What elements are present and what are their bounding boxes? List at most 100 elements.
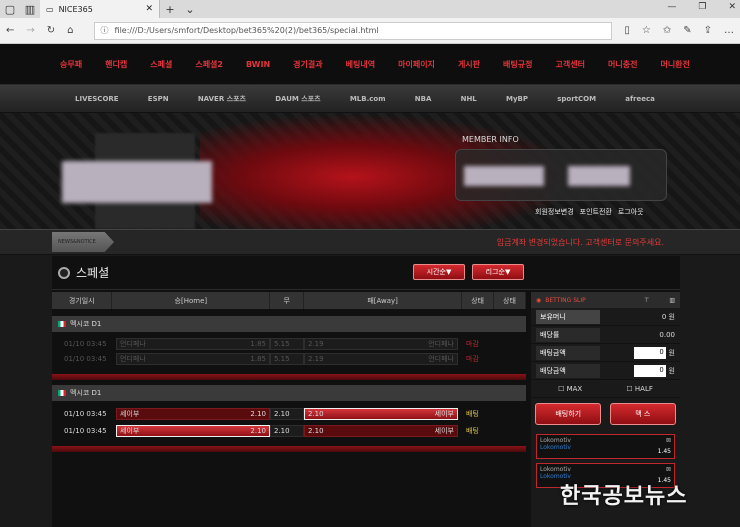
notice-text[interactable]: 입금계좌 변경되었습니다. 고객센터로 문의주세요. (497, 237, 664, 248)
nav-item[interactable]: 스페셜2 (195, 59, 223, 70)
sort-by-time-button[interactable]: 시간순▼ (413, 264, 465, 280)
refresh-icon[interactable]: ↻ (47, 25, 55, 36)
remove-pick-icon[interactable]: ⊠ (666, 437, 671, 444)
browser-tab[interactable]: ▭ NICE365 ✕ (40, 0, 160, 18)
nav-item[interactable]: 핸디캡 (105, 59, 127, 70)
nav-item[interactable]: 머니환전 (660, 59, 689, 70)
half-checkbox[interactable]: ☐ HALF (626, 385, 653, 393)
close-window-icon[interactable]: ✕ (728, 2, 736, 12)
match-status: 마감 (466, 340, 479, 348)
tab-preview-icon[interactable]: ▥ (20, 3, 40, 16)
bet-amount-input[interactable] (633, 346, 666, 359)
match-time: 01/10 03:45 (64, 355, 107, 363)
nav-item[interactable]: 머니충전 (608, 59, 637, 70)
nav-item[interactable]: 마이페이지 (398, 59, 435, 70)
home-odds: 1.85 (250, 340, 266, 348)
trash-icon[interactable]: ▥ (669, 297, 675, 304)
slip-actions: 배팅하기 맥 스 (531, 398, 680, 430)
bet-unit: 원 (668, 348, 675, 357)
away-odds-cell[interactable]: 2.10 세이부 (304, 425, 458, 437)
tab-actions-icon[interactable]: ▢ (0, 3, 20, 16)
draw-odds: 5.15 (274, 340, 290, 348)
slip-icon: ◉ (536, 296, 542, 304)
bet-pick-card: Lokomotiv Lokomotiv ⊠ 1.45 (536, 434, 675, 459)
member-info-panel (455, 149, 667, 201)
max-button[interactable]: 맥 스 (609, 403, 676, 425)
minimize-icon[interactable]: — (667, 2, 676, 12)
nav-item[interactable]: 베팅내역 (346, 59, 375, 70)
pick-odds: 1.45 (657, 448, 671, 455)
back-icon[interactable]: ← (6, 25, 14, 36)
close-tab-icon[interactable]: ✕ (145, 4, 153, 14)
forward-icon[interactable]: → (26, 25, 34, 36)
main-nav: 승무패 핸디캡 스페셜 스페셜2 BWIN 경기결과 베팅내역 마이페이지 게시… (0, 44, 740, 85)
home-odds-cell[interactable]: 세이부 2.10 (116, 425, 270, 437)
logout-link[interactable]: 로그아웃 (618, 207, 644, 217)
sponsor-link[interactable]: LIVESCORE (75, 95, 119, 103)
slip-title: BETTING SLIP (545, 296, 586, 304)
more-icon[interactable]: … (724, 25, 734, 36)
pick-team: Lokomotiv (540, 437, 571, 444)
away-odds-cell[interactable]: 2.10 세이부 (304, 408, 458, 420)
win-amount-input[interactable] (633, 364, 666, 377)
pen-icon[interactable]: ✎ (683, 25, 691, 36)
sponsor-link[interactable]: afreeca (625, 95, 655, 103)
match-row: 01/10 03:45 언디페나 1.85 5.15 2.19 언디페나 마감 (52, 352, 526, 366)
home-team: 언디페나 (120, 355, 146, 363)
sponsor-link[interactable]: NBA (415, 95, 432, 103)
home-team: 세이부 (120, 427, 140, 435)
favorite-star-icon[interactable]: ☆ (642, 25, 651, 36)
nav-item[interactable]: 승무패 (60, 59, 82, 70)
maximize-icon[interactable]: ❐ (698, 2, 706, 12)
draw-odds: 2.10 (274, 410, 290, 418)
draw-odds-cell[interactable]: 2.10 (270, 425, 304, 437)
nav-item[interactable]: 고객센터 (556, 59, 585, 70)
away-odds: 2.19 (308, 355, 324, 363)
nav-item[interactable]: 스페셜 (150, 59, 172, 70)
tab-title: NICE365 (58, 4, 93, 14)
home-odds: 2.10 (250, 410, 266, 418)
browser-tab-bar: ▢ ▥ ▭ NICE365 ✕ + ⌄ — ❐ ✕ (0, 0, 740, 18)
nav-item[interactable]: 경기결과 (293, 59, 322, 70)
col-header-draw: 무 (269, 292, 305, 309)
sponsor-link[interactable]: NAVER 스포츠 (198, 94, 246, 104)
away-team: 세이부 (434, 410, 454, 418)
sponsor-link[interactable]: sportCOM (557, 95, 596, 103)
pin-icon[interactable]: ⊤ (644, 297, 649, 304)
place-bet-button[interactable]: 배팅하기 (535, 403, 602, 425)
rate-value: 0.00 (659, 330, 675, 339)
sponsor-link[interactable]: NHL (461, 95, 477, 103)
home-icon[interactable]: ⌂ (67, 25, 73, 36)
share-icon[interactable]: ⇪ (704, 25, 712, 36)
sponsor-link[interactable]: DAUM 스포츠 (275, 94, 320, 104)
url-field[interactable]: ⓘ file:///D:/Users/smfort/Desktop/bet365… (93, 21, 613, 40)
draw-odds-cell[interactable]: 2.10 (270, 408, 304, 420)
sponsor-link[interactable]: MyBP (506, 95, 528, 103)
page-title: 스페셜 (76, 266, 110, 280)
edit-profile-link[interactable]: 회원정보변경 (535, 207, 574, 217)
nav-item[interactable]: BWIN (246, 60, 270, 69)
balance-label: 보유머니 (536, 309, 600, 324)
sort-by-league-button[interactable]: 리그순▼ (472, 264, 524, 280)
new-tab-icon[interactable]: + (160, 3, 180, 16)
home-odds-cell[interactable]: 세이부 2.10 (116, 408, 270, 420)
reading-view-icon[interactable]: ▯ (624, 25, 630, 36)
odds-table-header: 경기일시 승[Home] 무 패[Away] 상태 상태 (52, 292, 527, 309)
favorites-hub-icon[interactable]: ✩ (663, 25, 671, 36)
nav-item[interactable]: 게시판 (458, 59, 480, 70)
remove-pick-icon[interactable]: ⊠ (666, 466, 671, 473)
address-bar-row: ← → ↻ ⌂ ⓘ file:///D:/Users/smfort/Deskto… (0, 18, 740, 44)
pick-selection: Lokomotiv (540, 444, 571, 451)
sponsor-link[interactable]: ESPN (148, 95, 169, 103)
balance-value: 0 원 (661, 312, 675, 321)
tab-list-icon[interactable]: ⌄ (180, 3, 200, 16)
info-icon: ⓘ (100, 26, 109, 35)
sponsor-link[interactable]: MLB.com (350, 95, 386, 103)
point-convert-link[interactable]: 포인트전환 (580, 207, 612, 217)
league-name: 멕시코 D1 (70, 320, 102, 328)
balance-row: 보유머니 0 원 (531, 308, 680, 326)
home-team: 언디페나 (120, 340, 146, 348)
nav-item[interactable]: 배팅규정 (503, 59, 532, 70)
max-checkbox[interactable]: ☐ MAX (558, 385, 582, 393)
win-amount-label: 배당금액 (536, 363, 600, 378)
